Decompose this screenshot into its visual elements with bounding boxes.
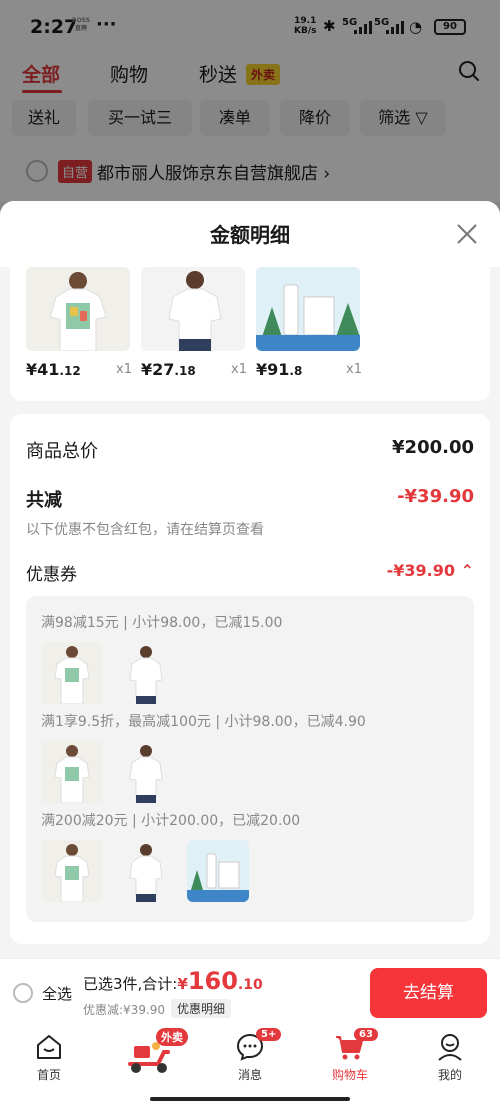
coupon-rule: 满98减15元 | 小计98.00，已减15.00: [41, 615, 283, 631]
coupon-rule: 满200减20元 | 小计200.00，已减20.00: [41, 813, 301, 829]
vneck-shirt-photo: [141, 267, 245, 351]
product-qty: x1: [346, 362, 362, 377]
select-all-label[interactable]: 全选: [42, 983, 72, 1004]
product-image[interactable]: [141, 267, 245, 351]
nav-waimai[interactable]: 外卖: [118, 1026, 188, 1092]
select-all-radio[interactable]: [13, 983, 33, 1003]
product-qty: x1: [231, 362, 247, 377]
total-label: 商品总价: [26, 441, 98, 462]
coupon-detail-box: 满98减15元 | 小计98.00，已减15.00 满1享9.5折，最高减100…: [26, 596, 474, 922]
discount-summary: 优惠减:¥39.90: [83, 1003, 166, 1017]
coupon-product-thumb: [41, 642, 103, 704]
discount-note: 以下优惠不包含红包，请在结算页查看: [26, 522, 264, 538]
skincare-product-photo: [256, 267, 360, 351]
product-image[interactable]: [256, 267, 360, 351]
tshirt-man-photo: [26, 267, 130, 351]
nav-messages[interactable]: 5+ 消息: [220, 1026, 282, 1092]
home-icon: [37, 1035, 61, 1059]
product-price: ¥41.12: [26, 360, 81, 379]
checkout-button[interactable]: 去结算: [370, 968, 487, 1018]
sheet-header: 金额明细: [0, 201, 500, 267]
coupon-product-thumb: [187, 840, 249, 902]
discount-value: -¥39.90: [397, 486, 474, 507]
product-qty: x1: [116, 362, 132, 377]
total-value: ¥200.00: [392, 437, 474, 458]
discount-detail-button[interactable]: 优惠明细: [171, 999, 232, 1018]
sheet-title: 金额明细: [210, 223, 290, 247]
price-summary-card: 商品总价 ¥200.00 共减 -¥39.90 以下优惠不包含红包，请在结算页查…: [10, 414, 490, 944]
profile-icon: [438, 1034, 462, 1061]
coupon-product-thumb: [41, 840, 103, 902]
product-strip: ¥41.12 x1 ¥27.18 x1 ¥91.8 x1: [10, 267, 490, 401]
coupon-toggle[interactable]: -¥39.90 ⌃: [387, 561, 474, 580]
product-price: ¥27.18: [141, 360, 196, 379]
close-icon[interactable]: [456, 223, 478, 245]
nav-mine[interactable]: 我的: [420, 1026, 480, 1092]
waimai-badge: 外卖: [156, 1028, 188, 1046]
selected-total: 已选3件,合计:¥160.10: [83, 967, 263, 995]
messages-badge: 5+: [256, 1028, 282, 1041]
coupon-product-thumb: [114, 840, 176, 902]
product-image[interactable]: [26, 267, 130, 351]
home-indicator: [150, 1097, 350, 1101]
nav-cart[interactable]: 63 购物车: [320, 1026, 380, 1092]
cart-badge: 63: [354, 1028, 378, 1041]
discount-label: 共减: [26, 490, 62, 511]
coupon-product-thumb: [114, 642, 176, 704]
coupon-label: 优惠券: [26, 565, 77, 585]
nav-home[interactable]: 首页: [19, 1026, 79, 1092]
coupon-product-thumb: [41, 741, 103, 803]
coupon-product-thumb: [114, 741, 176, 803]
checkout-bar: 全选 已选3件,合计:¥160.10 优惠减:¥39.90 优惠明细 去结算: [0, 958, 500, 1026]
product-price: ¥91.8: [256, 360, 303, 379]
coupon-rule: 满1享9.5折，最高减100元 | 小计98.00，已减4.90: [41, 714, 366, 730]
